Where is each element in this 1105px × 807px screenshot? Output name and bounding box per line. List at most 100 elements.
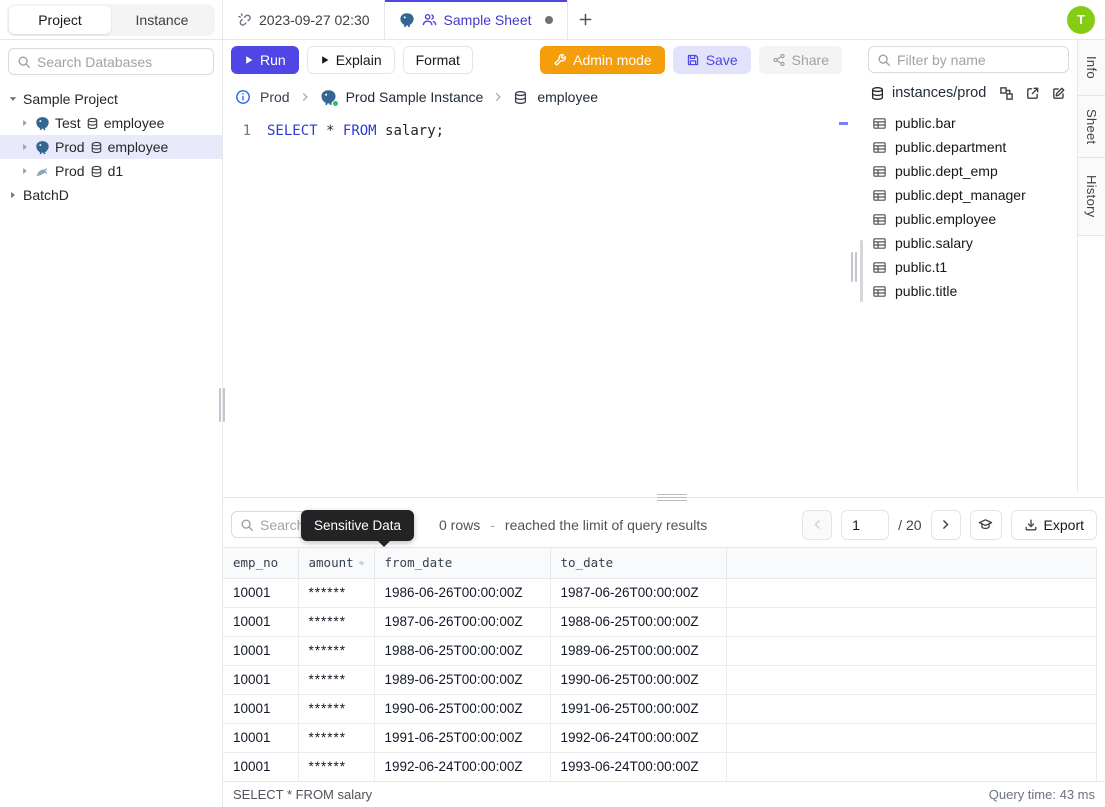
sidebar-resize-handle[interactable] [219,388,226,422]
avatar[interactable]: T [1067,5,1095,34]
database-name: employee [86,115,164,131]
results-statusbar: SELECT * FROM salary Query time: 43 ms [223,781,1105,807]
info-icon[interactable] [235,89,251,105]
connection-actions [999,86,1066,101]
edit-sheet-icon[interactable] [1051,86,1066,101]
tree-db-prod-employee[interactable]: Prod employee [0,135,222,159]
tab-project[interactable]: Project [9,6,111,34]
masked-cell[interactable]: ****** [298,636,375,666]
format-button[interactable]: Format [402,46,473,74]
prev-page-button[interactable] [802,509,833,540]
tree-db-test-employee[interactable]: Test employee [0,111,222,135]
caret-right-icon[interactable] [20,118,30,128]
list-item-table[interactable]: public.employee [860,207,1077,231]
caret-right-icon[interactable] [20,166,30,176]
masked-cell[interactable]: ****** [298,578,375,608]
masked-cell[interactable]: ****** [298,665,375,695]
masked-cell[interactable]: ****** [298,752,375,781]
database-tree: Sample Project Test employee Prod employ… [0,87,222,207]
column-header-to-date[interactable]: to_date [550,548,727,579]
admin-mode-button[interactable]: Admin mode [540,46,665,74]
table-row[interactable]: 10001 ****** 1987-06-26T00:00:00Z 1988-0… [223,607,1096,637]
run-button[interactable]: Run [231,46,299,74]
save-icon [687,54,698,66]
editor-rightbar-divider[interactable] [850,40,860,493]
top-header: Project Instance 2023-09-27 02:30 Sample… [0,0,1105,40]
share-button[interactable]: Share [758,46,842,74]
caret-right-icon[interactable] [20,142,30,152]
tab-info[interactable]: Info [1078,40,1105,96]
save-button[interactable]: Save [672,46,751,74]
explain-button[interactable]: Explain [306,46,395,74]
scrollbar[interactable] [860,240,863,302]
database-name: employee [90,139,168,155]
column-header-emp-no[interactable]: emp_no [223,548,299,579]
page-number-input[interactable] [841,509,890,540]
breadcrumb-environment[interactable]: Prod [260,89,290,105]
tab-sheet[interactable]: Sheet [1078,96,1105,158]
search-databases-input[interactable] [37,53,205,70]
list-item-table[interactable]: public.t1 [860,255,1077,279]
table-row[interactable]: 10001 ****** 1988-06-25T00:00:00Z 1989-0… [223,636,1096,666]
table-icon [873,213,886,225]
breadcrumb-database[interactable]: employee [537,89,598,105]
tab-sample-sheet[interactable]: Sample Sheet [384,0,568,39]
shared-users-icon [422,12,437,27]
list-item-table[interactable]: public.department [860,135,1077,159]
database-search[interactable] [8,48,214,75]
list-item-table[interactable]: public.dept_manager [860,183,1077,207]
list-item-table[interactable]: public.dept_emp [860,159,1077,183]
table-row[interactable]: 10001 ****** 1986-06-26T00:00:00Z 1987-0… [223,578,1096,608]
results-panel: 0 rows - reached the limit of query resu… [223,502,1105,807]
tab-history[interactable]: History [1078,158,1105,236]
filter-box[interactable] [868,46,1069,73]
sensitive-data-tooltip: Sensitive Data [301,510,415,547]
caret-right-icon[interactable] [8,190,18,200]
search-icon [877,53,891,67]
tree-db-prod-d1[interactable]: Prod d1 [0,159,222,183]
results-divider[interactable] [223,493,1105,502]
table-row[interactable]: 10001 ****** 1990-06-25T00:00:00Z 1991-0… [223,694,1096,724]
connection-row: instances/prod [860,85,1077,101]
left-sidebar: Sample Project Test employee [0,40,226,807]
tab-adhoc-sheet[interactable]: 2023-09-27 02:30 [223,0,385,39]
column-header-amount[interactable]: amount [298,548,375,579]
masked-cell[interactable]: ****** [298,723,375,753]
data-masking-icon [978,519,993,530]
row-count: 0 rows [439,516,481,533]
database-icon [871,86,884,100]
data-masking-button[interactable] [969,509,1002,540]
table-row[interactable]: 10001 ****** 1992-06-24T00:00:00Z 1993-0… [223,752,1096,781]
filter-by-name-input[interactable] [897,51,1060,68]
wrench-icon [554,53,567,66]
column-header-from-date[interactable]: from_date [374,548,551,579]
list-item-table[interactable]: public.bar [860,111,1077,135]
next-page-button[interactable] [930,509,961,540]
sql-code-editor[interactable]: 1 SELECT * FROM salary; [223,114,850,493]
tab-instance[interactable]: Instance [111,6,213,34]
list-item-table[interactable]: public.salary [860,231,1077,255]
database-name: d1 [90,163,123,179]
table-header-row: emp_no amount from_date to_date [223,548,1096,579]
divider-grab-handle[interactable] [851,252,858,282]
tree-project-sample[interactable]: Sample Project [0,87,222,111]
schema-diagram-icon[interactable] [999,86,1014,101]
table-icon [873,261,886,273]
caret-down-icon[interactable] [8,94,18,104]
table-row[interactable]: 10001 ****** 1991-06-25T00:00:00Z 1992-0… [223,723,1096,753]
breadcrumb-instance[interactable]: Prod Sample Instance [346,89,484,105]
export-button[interactable]: Export [1010,509,1097,540]
masked-cell[interactable]: ****** [298,694,375,724]
list-item-table[interactable]: public.title [860,279,1077,303]
main-area: Sample Project Test employee [0,40,1105,807]
new-tab-button[interactable] [568,0,604,39]
executed-query: SELECT * FROM salary [233,787,373,802]
share-icon [772,53,785,67]
table-row[interactable]: 10001 ****** 1989-06-25T00:00:00Z 1990-0… [223,665,1096,695]
external-link-icon[interactable] [1025,86,1040,101]
masked-cell[interactable]: ****** [298,607,375,637]
unsaved-indicator-dot [544,15,553,24]
database-icon [87,117,97,129]
divider-grab-handle[interactable] [657,494,687,501]
tree-project-batchd[interactable]: BatchD [0,183,222,207]
